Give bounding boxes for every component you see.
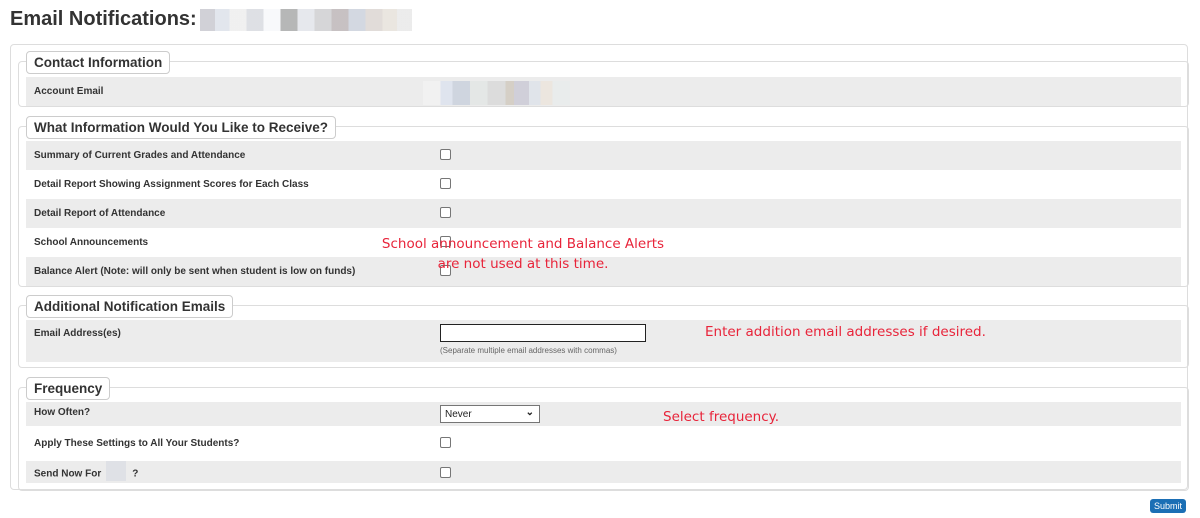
assignment-scores-checkbox[interactable]: [440, 178, 451, 189]
section-legend: What Information Would You Like to Recei…: [26, 116, 337, 139]
how-often-select[interactable]: Never ⌄: [440, 405, 540, 423]
annotation-line: are not used at this time.: [437, 256, 609, 272]
apply-all-checkbox[interactable]: [440, 437, 451, 448]
section-legend: Frequency: [26, 377, 111, 400]
account-email-value: [423, 81, 570, 105]
submit-button[interactable]: Submit: [1150, 499, 1187, 513]
frequency-annotation: Select frequency.: [663, 409, 780, 425]
email-addresses-row: Email Address(es) (Separate multiple ema…: [26, 320, 1181, 362]
send-now-text: Send Now For: [34, 468, 102, 480]
email-addresses-input[interactable]: [440, 324, 646, 342]
option-row: Detail Report Showing Assignment Scores …: [26, 170, 1181, 199]
apply-all-row: Apply These Settings to All Your Student…: [26, 426, 1181, 461]
option-label: Detail Report of Attendance: [34, 208, 166, 219]
section-legend: Contact Information: [26, 51, 171, 74]
account-email-row: Account Email: [26, 77, 1181, 106]
unused-options-annotation: School announcement and Balance Alerts a…: [375, 234, 671, 274]
additional-emails-section: Additional Notification Emails Email Add…: [18, 295, 1189, 368]
account-email-label: Account Email: [34, 86, 104, 97]
option-label: School Announcements: [34, 237, 149, 248]
redacted-student-name: [199, 8, 412, 31]
send-now-checkbox[interactable]: [440, 467, 451, 478]
option-label: Detail Report Showing Assignment Scores …: [34, 179, 309, 190]
contact-information-section: Contact Information Account Email: [18, 51, 1189, 107]
send-now-suffix: ?: [132, 468, 139, 480]
how-often-row: How Often? Never ⌄: [26, 402, 1181, 426]
option-label: Balance Alert (Note: will only be sent w…: [34, 266, 356, 277]
send-now-row: Send Now For?: [26, 461, 1181, 483]
how-often-value: Never: [445, 409, 472, 420]
email-addresses-hint: (Separate multiple email addresses with …: [440, 346, 617, 355]
send-now-label: Send Now For?: [34, 461, 139, 481]
email-addresses-label: Email Address(es): [34, 328, 121, 339]
annotation-line: School announcement and Balance Alerts: [381, 236, 665, 252]
attendance-report-checkbox[interactable]: [440, 207, 451, 218]
option-row: Detail Report of Attendance: [26, 199, 1181, 228]
frequency-section: Frequency How Often? Never ⌄ Apply These…: [18, 377, 1189, 491]
email-annotation: Enter addition email addresses if desire…: [705, 324, 986, 340]
page-title-text: Email Notifications:: [10, 8, 197, 30]
section-legend: Additional Notification Emails: [26, 295, 234, 318]
option-label: Summary of Current Grades and Attendance: [34, 150, 246, 161]
how-often-label: How Often?: [34, 407, 91, 418]
chevron-down-icon: ⌄: [525, 407, 534, 418]
apply-all-label: Apply These Settings to All Your Student…: [34, 438, 240, 449]
redacted-student-name: [106, 461, 127, 481]
page-title: Email Notifications:: [10, 8, 412, 31]
summary-grades-checkbox[interactable]: [440, 149, 451, 160]
option-row: Summary of Current Grades and Attendance: [26, 141, 1181, 170]
